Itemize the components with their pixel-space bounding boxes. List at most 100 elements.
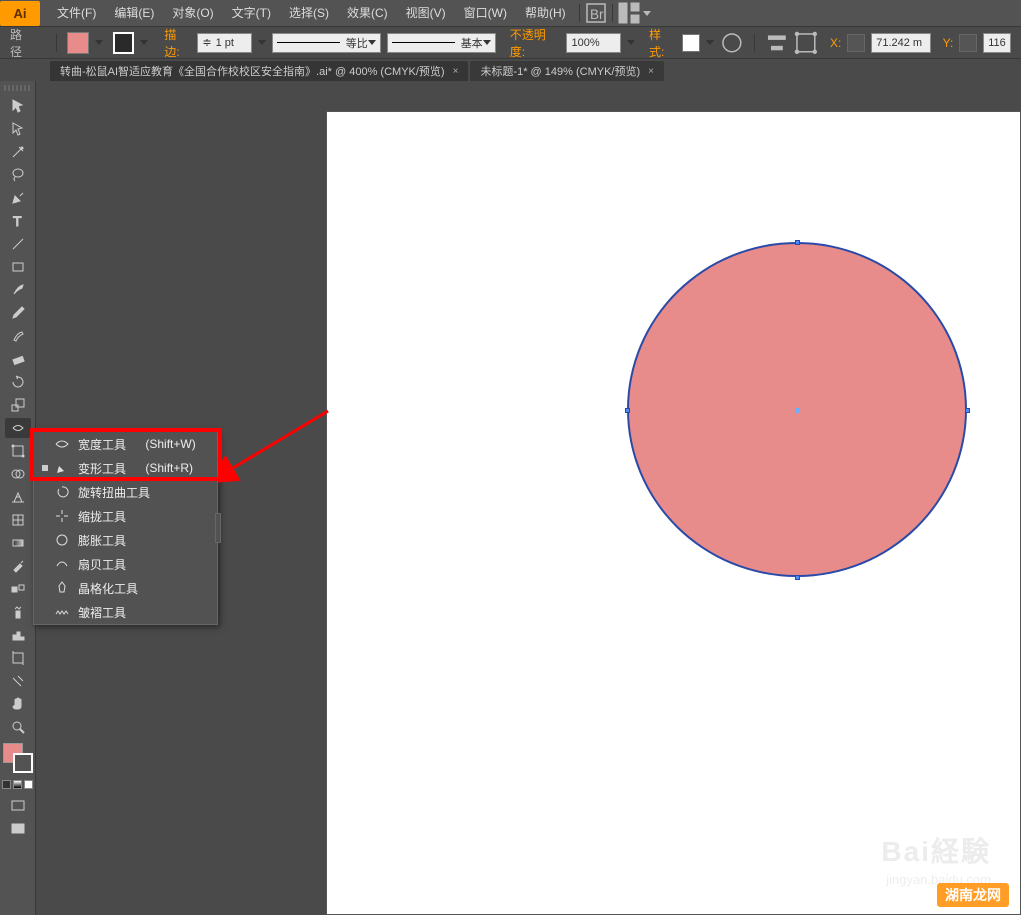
menu-edit[interactable]: 编辑(E)	[105, 0, 163, 27]
eyedropper-tool[interactable]	[5, 556, 31, 576]
lasso-tool[interactable]	[5, 165, 31, 185]
svg-text:Br: Br	[590, 7, 604, 22]
color-mode-row	[2, 780, 33, 789]
main-area: T	[0, 81, 1021, 915]
opacity-input[interactable]: 100%	[566, 33, 621, 53]
menu-help[interactable]: 帮助(H)	[516, 0, 575, 27]
free-transform-tool[interactable]	[5, 441, 31, 461]
type-tool[interactable]: T	[5, 211, 31, 231]
y-label: Y:	[943, 36, 954, 50]
fly-pucker-tool[interactable]: 缩拢工具	[34, 504, 217, 528]
artboard[interactable]	[326, 111, 1021, 915]
menu-object[interactable]: 对象(O)	[163, 0, 222, 27]
close-icon[interactable]: ×	[453, 66, 459, 77]
direct-selection-tool[interactable]	[5, 119, 31, 139]
tab-doc-2[interactable]: 未标题-1* @ 149% (CMYK/预览)×	[470, 61, 664, 81]
none-mode-icon[interactable]	[24, 780, 33, 789]
fly-scallop-tool[interactable]: 扇贝工具	[34, 552, 217, 576]
opacity-label: 不透明度:	[510, 26, 561, 60]
chevron-down-icon[interactable]	[706, 40, 714, 45]
gradient-mode-icon[interactable]	[13, 780, 22, 789]
x-input[interactable]: 71.242 m	[871, 33, 930, 53]
chevron-down-icon[interactable]	[140, 40, 148, 45]
anchor-right[interactable]	[965, 408, 970, 413]
pencil-tool[interactable]	[5, 303, 31, 323]
transform-icon[interactable]	[794, 33, 818, 53]
brush-dropdown[interactable]: 基本	[387, 33, 496, 53]
fly-shortcut: (Shift+W)	[145, 437, 195, 451]
chevron-down-icon[interactable]	[643, 11, 651, 16]
menu-window[interactable]: 窗口(W)	[455, 0, 516, 27]
menu-bar: Ai 文件(F) 编辑(E) 对象(O) 文字(T) 选择(S) 效果(C) 视…	[0, 0, 1021, 27]
blend-tool[interactable]	[5, 579, 31, 599]
bridge-icon[interactable]: Br	[584, 3, 608, 23]
color-mode-icon[interactable]	[2, 780, 11, 789]
canvas-area[interactable]	[326, 81, 1021, 915]
rotate-tool[interactable]	[5, 372, 31, 392]
watermark-main: Bai経験	[881, 830, 991, 870]
tool-flyout: 宽度工具 (Shift+W) 变形工具 (Shift+R) 旋转扭曲工具 缩拢工…	[33, 431, 218, 625]
width-tool[interactable]	[5, 418, 31, 438]
color-swatches[interactable]	[3, 743, 33, 773]
blob-brush-tool[interactable]	[5, 326, 31, 346]
menu-type[interactable]: 文字(T)	[223, 0, 280, 27]
anchor-bottom[interactable]	[795, 575, 800, 580]
anchor-top[interactable]	[795, 240, 800, 245]
arrange-docs-icon[interactable]	[617, 3, 641, 23]
selection-type-label: 路径	[10, 26, 34, 60]
slice-tool[interactable]	[5, 671, 31, 691]
selection-tool[interactable]	[5, 96, 31, 116]
stroke-color-icon[interactable]	[13, 753, 33, 773]
chevron-down-icon[interactable]	[258, 40, 266, 45]
panel-grip[interactable]	[4, 85, 32, 91]
menu-file[interactable]: 文件(F)	[48, 0, 105, 27]
stroke-weight-input[interactable]: ≑1 pt	[197, 33, 252, 53]
magic-wand-tool[interactable]	[5, 142, 31, 162]
fly-crystallize-tool[interactable]: 晶格化工具	[34, 576, 217, 600]
stroke-swatch[interactable]	[113, 32, 135, 54]
recolor-icon[interactable]	[720, 33, 744, 53]
control-bar: 路径 描边: ≑1 pt 等比 基本 不透明度: 100% 样式: X: 71.…	[0, 27, 1021, 59]
hand-tool[interactable]	[5, 694, 31, 714]
menu-view[interactable]: 视图(V)	[397, 0, 455, 27]
fly-warp-tool[interactable]: 变形工具 (Shift+R)	[34, 456, 217, 480]
pen-tool[interactable]	[5, 188, 31, 208]
fly-wrinkle-tool[interactable]: 皱褶工具	[34, 600, 217, 624]
mesh-tool[interactable]	[5, 510, 31, 530]
y-input[interactable]: 116	[983, 33, 1011, 53]
screen-mode-icon[interactable]	[5, 796, 31, 816]
rectangle-tool[interactable]	[5, 257, 31, 277]
menu-select[interactable]: 选择(S)	[280, 0, 338, 27]
style-swatch[interactable]	[682, 34, 700, 52]
screen-mode-full-icon[interactable]	[5, 819, 31, 839]
artboard-tool[interactable]	[5, 648, 31, 668]
fly-width-tool[interactable]: 宽度工具 (Shift+W)	[34, 432, 217, 456]
column-graph-tool[interactable]	[5, 625, 31, 645]
gradient-tool[interactable]	[5, 533, 31, 553]
tool-panel: T	[0, 81, 36, 915]
fly-bloat-tool[interactable]: 膨胀工具	[34, 528, 217, 552]
paintbrush-tool[interactable]	[5, 280, 31, 300]
scale-tool[interactable]	[5, 395, 31, 415]
menu-effect[interactable]: 效果(C)	[338, 0, 397, 27]
close-icon[interactable]: ×	[648, 66, 654, 77]
fly-twirl-tool[interactable]: 旋转扭曲工具	[34, 480, 217, 504]
eraser-tool[interactable]	[5, 349, 31, 369]
align-icon[interactable]	[765, 33, 789, 53]
tab-doc-1[interactable]: 转曲-松鼠AI智适应教育《全国合作校校区安全指南》.ai* @ 400% (CM…	[50, 61, 468, 81]
x-stepper[interactable]	[847, 34, 865, 52]
perspective-grid-tool[interactable]	[5, 487, 31, 507]
profile-dropdown[interactable]: 等比	[272, 33, 381, 53]
y-stepper[interactable]	[959, 34, 977, 52]
fly-label: 膨胀工具	[78, 532, 126, 549]
fly-shortcut: (Shift+R)	[145, 461, 193, 475]
zoom-tool[interactable]	[5, 717, 31, 737]
symbol-sprayer-tool[interactable]	[5, 602, 31, 622]
chevron-down-icon[interactable]	[95, 40, 103, 45]
anchor-left[interactable]	[625, 408, 630, 413]
fill-swatch[interactable]	[67, 32, 89, 54]
line-tool[interactable]	[5, 234, 31, 254]
chevron-down-icon[interactable]	[627, 40, 635, 45]
shape-builder-tool[interactable]	[5, 464, 31, 484]
flyout-tearoff-grip[interactable]	[215, 513, 221, 543]
